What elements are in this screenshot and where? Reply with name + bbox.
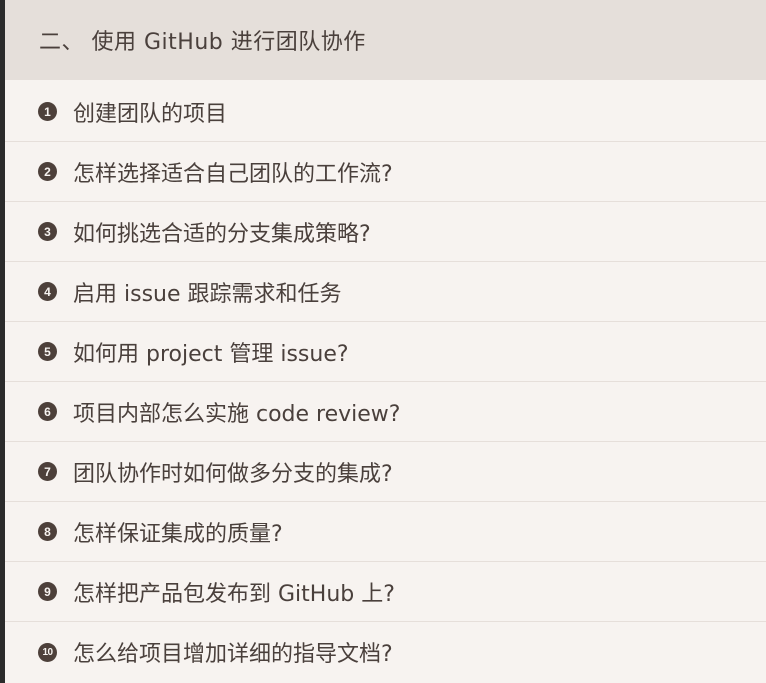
list-item-label: 如何用 project 管理 issue?: [73, 341, 349, 367]
list-item-label: 怎样选择适合自己团队的工作流?: [73, 161, 393, 187]
list-item-label: 怎样保证集成的质量?: [73, 521, 283, 547]
section-title: 二、 使用 GitHub 进行团队协作: [39, 30, 366, 55]
section-header: 二、 使用 GitHub 进行团队协作: [5, 0, 766, 80]
list-item[interactable]: 8 怎样保证集成的质量?: [5, 502, 766, 562]
list-item-label: 怎么给项目增加详细的指导文档?: [73, 642, 393, 667]
list-item[interactable]: 7 团队协作时如何做多分支的集成?: [5, 442, 766, 502]
lesson-list: 1 创建团队的项目 2 怎样选择适合自己团队的工作流? 3 如何挑选合适的分支集…: [5, 82, 766, 683]
number-badge: 8: [38, 522, 57, 541]
list-item[interactable]: 10 怎么给项目增加详细的指导文档?: [5, 622, 766, 682]
number-badge: 9: [38, 582, 57, 601]
list-item-label: 怎样把产品包发布到 GitHub 上?: [73, 581, 395, 607]
number-badge: 7: [38, 462, 57, 481]
list-item[interactable]: 4 启用 issue 跟踪需求和任务: [5, 262, 766, 322]
list-item-label: 项目内部怎么实施 code review?: [73, 401, 401, 427]
number-badge: 6: [38, 402, 57, 421]
number-badge: 10: [38, 642, 57, 662]
list-item[interactable]: 1 创建团队的项目: [5, 82, 766, 142]
list-item-label: 如何挑选合适的分支集成策略?: [73, 221, 371, 247]
list-item-label: 团队协作时如何做多分支的集成?: [73, 461, 393, 487]
list-item-label: 创建团队的项目: [73, 101, 228, 127]
list-item-label: 启用 issue 跟踪需求和任务: [73, 281, 342, 307]
list-item[interactable]: 3 如何挑选合适的分支集成策略?: [5, 202, 766, 262]
number-badge: 1: [38, 102, 57, 121]
number-badge: 4: [38, 282, 57, 301]
list-item[interactable]: 9 怎样把产品包发布到 GitHub 上?: [5, 562, 766, 622]
list-item[interactable]: 5 如何用 project 管理 issue?: [5, 322, 766, 382]
list-item[interactable]: 2 怎样选择适合自己团队的工作流?: [5, 142, 766, 202]
number-badge: 2: [38, 162, 57, 181]
list-item[interactable]: 6 项目内部怎么实施 code review?: [5, 382, 766, 442]
number-badge: 3: [38, 222, 57, 241]
number-badge: 5: [38, 342, 57, 361]
